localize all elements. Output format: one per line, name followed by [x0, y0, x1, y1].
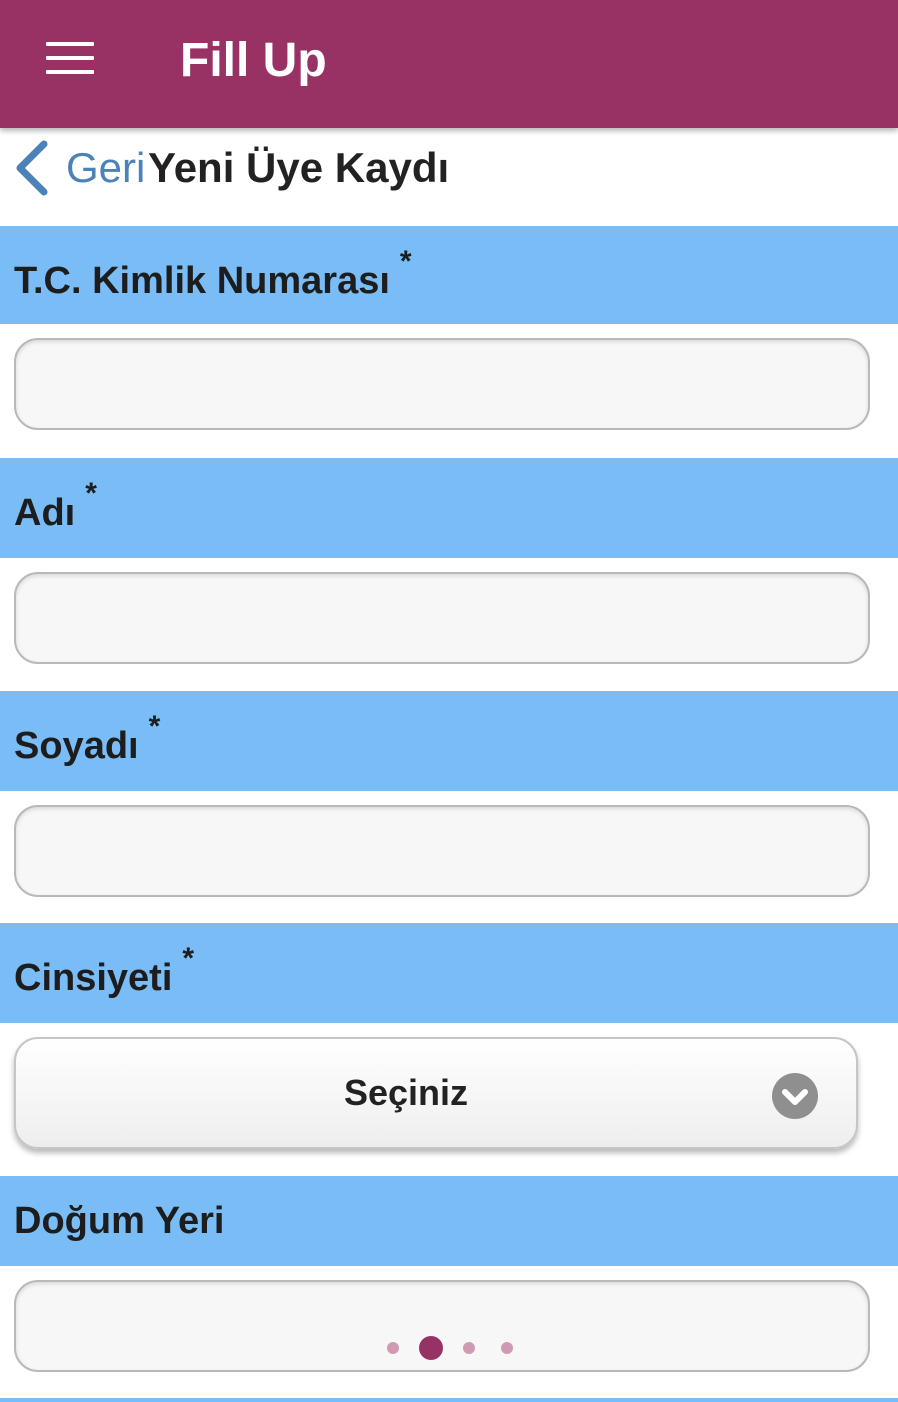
chevron-left-icon [12, 138, 52, 198]
section-header-adi: Adı * [0, 458, 898, 558]
field-label-adi: Adı * [14, 477, 97, 534]
next-section-header [0, 1398, 898, 1402]
pager-dot-active[interactable] [419, 1336, 443, 1360]
app-bar: Fill Up [0, 0, 898, 128]
section-header-soyadi: Soyadı * [0, 691, 898, 791]
page-title: Yeni Üye Kaydı [148, 144, 450, 191]
field-label-soyadi: Soyadı * [14, 710, 161, 767]
field-label-dogum-yeri: Doğum Yeri [14, 1200, 225, 1242]
hamburger-menu-icon[interactable] [46, 42, 94, 76]
back-label: Geri [66, 144, 146, 191]
pager-dot[interactable] [387, 1342, 399, 1354]
section-header-dogum-yeri: Doğum Yeri [0, 1176, 898, 1266]
chevron-down-circle-icon [772, 1073, 818, 1119]
page-indicator [0, 1334, 898, 1362]
required-marker: * [182, 942, 195, 975]
gender-select[interactable]: Seçiniz [14, 1037, 858, 1149]
field-label-tc-kimlik: T.C. Kimlik Numarası * [14, 245, 412, 302]
required-marker: * [85, 477, 97, 510]
required-marker: * [148, 710, 161, 743]
pager-dot[interactable] [501, 1342, 513, 1354]
field-label-cinsiyeti: Cinsiyeti * [14, 942, 195, 999]
tc-kimlik-input[interactable] [14, 338, 870, 430]
adi-input[interactable] [14, 572, 870, 664]
gender-select-value: Seçiniz [343, 1072, 469, 1113]
app-title: Fill Up [180, 34, 327, 87]
section-header-cinsiyeti: Cinsiyeti * [0, 923, 898, 1023]
pager-dot[interactable] [463, 1342, 475, 1354]
section-header-tc-kimlik: T.C. Kimlik Numarası * [0, 226, 898, 324]
soyadi-input[interactable] [14, 805, 870, 897]
required-marker: * [399, 245, 412, 278]
back-button[interactable]: Geri [12, 136, 145, 200]
